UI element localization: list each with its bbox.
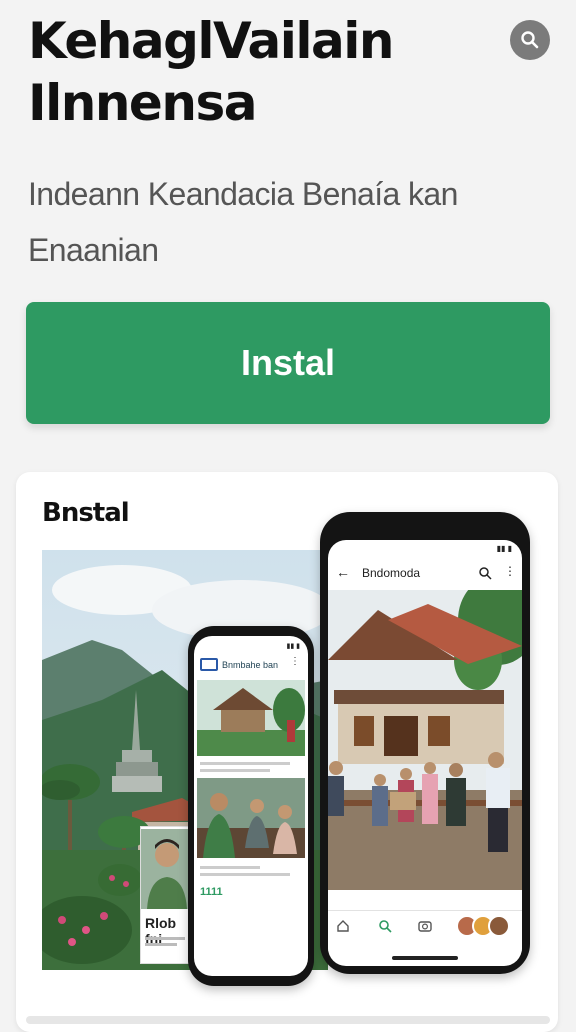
small-status-bar: ▮▮ ▮ xyxy=(286,643,300,650)
more-icon[interactable]: ⋮ xyxy=(290,656,300,667)
home-icon xyxy=(337,920,349,932)
profile-icon-3 xyxy=(488,915,510,937)
large-header-title: Bndomoda xyxy=(362,566,421,580)
preview-card-title: Bnstal xyxy=(42,498,130,528)
search-nav-icon xyxy=(379,920,392,933)
nav-home[interactable] xyxy=(336,919,350,938)
app-logo-icon xyxy=(200,658,218,671)
nav-search[interactable] xyxy=(378,919,392,938)
small-phone-mockup: ▮▮ ▮ Bnmbahe ban ⋮ 1111 xyxy=(188,626,314,986)
app-subtitle: Indeann Keandacia Benaía kan Enaanian xyxy=(28,176,458,268)
app-title: KehaglVailain Ilnnensa xyxy=(28,12,395,132)
small-app-header: Bnmbahe ban xyxy=(200,658,278,671)
bottom-nav xyxy=(328,910,522,951)
nav-camera[interactable] xyxy=(418,919,432,938)
person-thumbnail: Rlob fni xyxy=(140,826,194,964)
group-photo xyxy=(197,778,305,858)
back-arrow-icon[interactable]: ← xyxy=(336,564,350,580)
search-icon xyxy=(521,31,539,49)
camera-icon xyxy=(418,921,432,932)
preview-card: Bnstal Rlob ▮▮ ▮ Bnmbahe ban ⋮ 1111 ▮▮ ▮… xyxy=(16,472,558,1032)
large-phone-mockup: ▮▮ ▮ ← Bndomoda ⋮ xyxy=(320,512,530,974)
large-status-bar: ▮▮ ▮ xyxy=(496,544,512,553)
next-card-edge xyxy=(26,1016,550,1024)
small-phone-screen: ▮▮ ▮ Bnmbahe ban ⋮ 1111 xyxy=(194,636,308,976)
install-button[interactable]: Instal xyxy=(26,302,550,424)
village-house-photo xyxy=(328,590,522,890)
thumbnail-lines xyxy=(145,937,185,946)
home-indicator xyxy=(392,956,458,960)
header-more-icon[interactable]: ⋮ xyxy=(504,564,516,578)
post-lines-2 xyxy=(200,866,290,876)
search-button[interactable] xyxy=(510,20,550,60)
post-count: 1111 xyxy=(200,886,223,898)
large-phone-screen: ▮▮ ▮ ← Bndomoda ⋮ xyxy=(328,540,522,966)
pavilion-photo xyxy=(197,680,305,756)
header-search-icon[interactable] xyxy=(478,566,492,580)
small-header-title: Bnmbahe ban xyxy=(222,659,279,670)
nav-profiles[interactable] xyxy=(456,915,510,937)
post-lines xyxy=(200,762,290,772)
